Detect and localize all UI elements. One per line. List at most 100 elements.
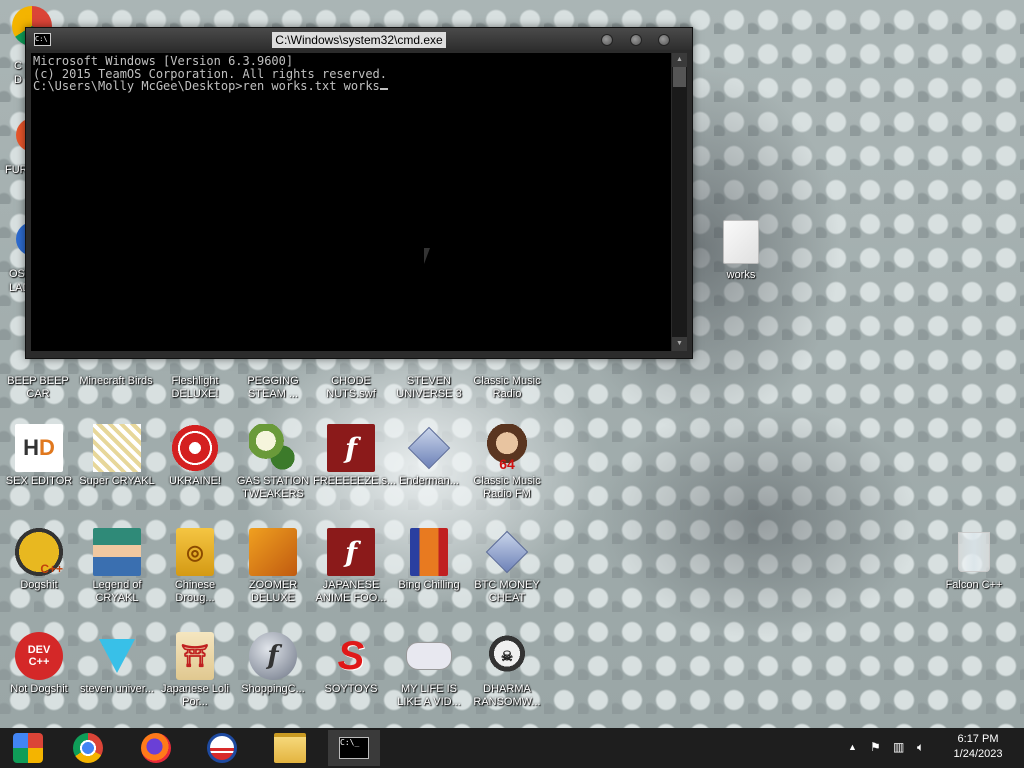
desktop-icon-beep-beep-car[interactable]: BEEP BEEP CAR: [0, 372, 76, 401]
volume-icon[interactable]: 🔈︎: [917, 740, 924, 755]
desktop-icon-japanese-anime-foo[interactable]: f JAPANESE ANIME FOO...: [313, 528, 389, 605]
icon-label: Japanese Loli Por...: [161, 683, 229, 708]
cmd-window[interactable]: C:\ C:\Windows\system32\cmd.exe Microsof…: [25, 27, 693, 359]
folder-icon: [274, 733, 306, 763]
desktop-icon-enderman[interactable]: Enderman...: [391, 424, 467, 488]
desktop-icon-falcon-cpp[interactable]: Falcon C++: [936, 528, 1012, 592]
flash-icon: f: [327, 528, 375, 576]
icon-label: Classic Music Radio FM: [473, 475, 541, 500]
icon-label: JAPANESE ANIME FOO...: [315, 579, 387, 604]
scroll-down-arrow-icon[interactable]: ▼: [672, 337, 687, 351]
console-line: Microsoft Windows [Version 6.3.9600]: [33, 54, 294, 68]
diamond-icon: [483, 528, 531, 576]
icon-label: Legend of CRYAKL: [92, 579, 142, 604]
scrollbar-thumb[interactable]: [673, 67, 686, 87]
desktop-icon-fleshlight-deluxe[interactable]: Fleshlight DELUXE!: [157, 372, 233, 401]
desktop-icon-classic-music-radio[interactable]: Classic Music Radio: [469, 372, 545, 401]
cmd-window-title: C:\Windows\system32\cmd.exe: [272, 32, 446, 48]
text-cursor: [379, 88, 388, 90]
desktop-icon-steven-universe-3[interactable]: STEVEN UNIVERSE 3: [391, 372, 467, 401]
desktop-icon-minecraft-birds[interactable]: Minecraft Birds: [78, 372, 154, 388]
vertical-scrollbar[interactable]: ▲ ▼: [672, 53, 687, 351]
taskbar-file-explorer[interactable]: [264, 730, 316, 766]
desktop-icon-japanese-loli-por[interactable]: ⛩ Japanese Loli Por...: [157, 632, 233, 709]
partial-label: OS: [9, 268, 25, 280]
action-center-flag-icon[interactable]: ⚑: [870, 740, 881, 754]
partial-label: D: [14, 74, 22, 86]
desktop-icon-zoomer-deluxe[interactable]: ZOOMER DELUXE: [235, 528, 311, 605]
chrome-icon: [73, 733, 103, 763]
maximize-button[interactable]: [630, 34, 642, 46]
box-art-icon: [410, 528, 448, 576]
desktop-icon-works[interactable]: works: [703, 218, 779, 282]
desktop-icon-gas-station-tweakers[interactable]: GAS STATION TWEAKERS: [235, 424, 311, 501]
firefox-icon: [141, 733, 171, 763]
desktop-icon-bing-chilling[interactable]: Bing Chilling: [391, 528, 467, 592]
icon-label: UKRAINE!: [169, 475, 221, 487]
taskbar: C:\_ ▲ ⚑ ▥ 🔈︎ 6:17 PM 1/24/2023: [0, 728, 1024, 768]
icon-label: ShoppingC...: [241, 683, 305, 695]
icon-label: Fleshlight DELUXE!: [171, 375, 219, 400]
desktop-icon-my-life-is-like-a-vid[interactable]: MY LIFE IS LIKE A VID...: [391, 632, 467, 709]
start-orb-icon: [13, 733, 43, 763]
desktop-icon-ukraine[interactable]: UKRAINE!: [157, 424, 233, 488]
minimize-button[interactable]: [601, 34, 613, 46]
red-s-icon: S: [337, 633, 365, 678]
taskbar-chrome[interactable]: [62, 730, 114, 766]
icon-label: CHODE NUTS.swf: [326, 375, 376, 400]
desktop-icon-steven-univer[interactable]: steven univer...: [79, 632, 155, 696]
desktop-icon-pegging-steam[interactable]: PEGGING STEAM ...: [235, 372, 311, 401]
start-button[interactable]: [2, 730, 54, 766]
desktop-icon-super-cryakl[interactable]: Super CRYAKL: [79, 424, 155, 488]
show-hidden-icons-icon[interactable]: ▲: [848, 742, 857, 752]
partial-label: C: [14, 60, 22, 72]
desktop-icon-chode-nuts[interactable]: CHODE NUTS.swf: [313, 372, 389, 401]
taskbar-cmd[interactable]: C:\_: [328, 730, 380, 766]
plant-icon: [249, 424, 297, 472]
close-button[interactable]: [658, 34, 670, 46]
desktop-icon-classic-music-radio-fm[interactable]: 64 Classic Music Radio FM: [469, 424, 545, 501]
icon-label: works: [726, 269, 756, 281]
desktop-icon-not-dogshit[interactable]: DEV C++ Not Dogshit: [1, 632, 77, 696]
console-prompt-line: C:\Users\Molly McGee\Desktop>ren works.t…: [33, 80, 671, 93]
portrait-icon: 64: [483, 424, 531, 472]
icon-label: Enderman...: [399, 475, 459, 487]
clock-date: 1/24/2023: [953, 748, 1003, 760]
icon-label: PEGGING STEAM ...: [247, 375, 299, 400]
desktop-icon-sex-editor[interactable]: HD SEX EDITOR: [1, 424, 77, 488]
desktop-icon-dogshit[interactable]: C++ Dogshit: [1, 528, 77, 592]
blank-file-icon: [717, 218, 765, 266]
icon-label: Chinese Droug...: [174, 579, 216, 604]
console-output[interactable]: Microsoft Windows [Version 6.3.9600] (c) …: [31, 53, 671, 351]
orange-block-icon: [249, 528, 297, 576]
desktop-icon-freeeeeze[interactable]: f FREEEEEZE.s...: [313, 424, 396, 488]
desktop-icon-btc-money-cheat[interactable]: BTC MONEY CHEAT: [469, 528, 545, 605]
taskbar-firefox[interactable]: [130, 730, 182, 766]
icon-label: BTC MONEY CHEAT: [474, 579, 540, 604]
icon-label: Classic Music Radio: [473, 375, 541, 400]
icon-label: MY LIFE IS LIKE A VID...: [397, 683, 461, 708]
flash-player-icon: f: [249, 632, 297, 680]
falcon-cpp-icon: C++: [15, 528, 63, 576]
gem-icon: [93, 632, 141, 680]
icon-label: Dogshit: [20, 579, 58, 591]
taskbar-obama[interactable]: [196, 730, 248, 766]
desktop-icon-legend-of-cryakl[interactable]: Legend of CRYAKL: [79, 528, 155, 605]
system-clock[interactable]: 6:17 PM 1/24/2023: [938, 732, 1018, 762]
network-icon[interactable]: ▥: [893, 740, 904, 754]
icon-label: DHARMA RANSOMW...: [473, 683, 541, 708]
icon-label: SEX EDITOR: [5, 475, 73, 487]
clock-time: 6:17 PM: [957, 733, 999, 745]
scroll-up-arrow-icon[interactable]: ▲: [672, 53, 687, 67]
icon-label: Bing Chilling: [398, 579, 460, 591]
icon-label: ZOOMER DELUXE: [248, 579, 298, 604]
console-input[interactable]: C:\Users\Molly McGee\Desktop>ren works.t…: [33, 79, 380, 93]
cmd-title-bar[interactable]: C:\ C:\Windows\system32\cmd.exe: [26, 28, 692, 50]
hxd-icon: HD: [15, 424, 63, 472]
pixel-cat-icon: [93, 424, 141, 472]
desktop-icon-dharma-ransomw[interactable]: ☠ DHARMA RANSOMW...: [469, 632, 545, 709]
desktop-icon-shoppingc[interactable]: f ShoppingC...: [235, 632, 311, 696]
desktop-icon-chinese-droug[interactable]: ◎ Chinese Droug...: [157, 528, 233, 605]
desktop-icon-soytoys[interactable]: S SOYTOYS: [313, 632, 389, 696]
desktop: C D FUR OS LAD BEEP BEEP CAR Minecraft B…: [0, 0, 1024, 728]
